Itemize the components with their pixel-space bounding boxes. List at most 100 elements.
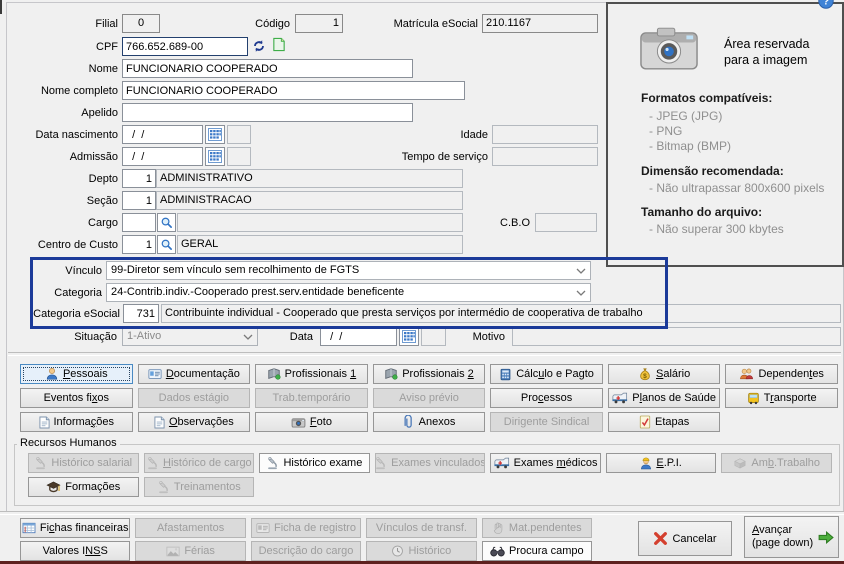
button-label: Informações xyxy=(53,416,115,428)
size-item: - Não superar 300 kbytes xyxy=(649,222,784,236)
button-label: Transporte xyxy=(763,392,817,404)
action-descricao-do-cargo-button: Descrição do cargo xyxy=(250,541,362,561)
admissao-input[interactable] xyxy=(122,147,203,166)
tab-transporte-button[interactable]: Transporte xyxy=(725,388,838,408)
nome-completo-input[interactable] xyxy=(122,81,465,100)
data-nascimento-extra-field xyxy=(227,125,251,144)
button-label: Procura campo xyxy=(509,545,584,557)
separator xyxy=(0,511,844,515)
filial-label: Filial xyxy=(95,18,118,30)
nome-label: Nome xyxy=(88,63,118,75)
data-input[interactable] xyxy=(320,327,397,346)
admissao-label: Admissão xyxy=(69,151,118,163)
microscope-icon xyxy=(157,480,170,494)
tab-processos-button[interactable]: Processos xyxy=(490,388,603,408)
tab-dirigente-sindical-button: Dirigente Sindical xyxy=(490,412,603,432)
tab-calculo-e-pagto-button[interactable]: Cálculo e Pagto xyxy=(490,364,603,384)
help-icon[interactable]: ? xyxy=(818,0,834,9)
button-label: Aviso prévio xyxy=(399,392,459,404)
microscope-icon xyxy=(376,456,387,470)
rh-exames-medicos-button[interactable]: Exames médicos xyxy=(490,453,601,473)
data-nascimento-calendar-button[interactable] xyxy=(205,125,225,144)
action-procura-campo-button[interactable]: Procura campo xyxy=(481,541,592,561)
cpf-label: CPF xyxy=(96,41,118,53)
svg-text:?: ? xyxy=(823,0,829,8)
button-label: Histórico xyxy=(408,545,452,557)
rh-historico-exame-button[interactable]: Histórico exame xyxy=(259,453,370,473)
tab-aviso-previo-button: Aviso prévio xyxy=(372,388,486,408)
button-label: Dependentes xyxy=(758,368,824,380)
data-calendar-button[interactable] xyxy=(399,327,419,346)
button-label: Avançar (page down) xyxy=(752,524,814,549)
rh-formacoes-button[interactable]: Formações xyxy=(28,477,139,497)
cargo-search-button[interactable] xyxy=(157,213,176,232)
cbo-field xyxy=(535,213,597,232)
apelido-input[interactable] xyxy=(122,103,413,122)
person-icon xyxy=(45,367,59,381)
green-arrow-icon xyxy=(817,530,834,545)
cpf-validate-icon[interactable] xyxy=(252,39,266,53)
gradcap-icon xyxy=(46,481,61,493)
motivo-label: Motivo xyxy=(472,331,505,343)
tab-informacoes-button[interactable]: Informações xyxy=(20,412,133,432)
action-valores-inss-button[interactable]: Valores INSS xyxy=(20,541,131,561)
tab-dependentes-button[interactable]: Dependentes xyxy=(725,364,838,384)
button-label: Mat.pendentes xyxy=(508,522,582,534)
tab-documentacao-button[interactable]: Documentação xyxy=(137,364,251,384)
vinculo-select[interactable]: 99-Diretor sem vínculo sem recolhimento … xyxy=(106,261,591,280)
new-document-icon[interactable] xyxy=(272,37,286,52)
tab-profissionais-1-button[interactable]: Profissionais 1 xyxy=(255,364,368,384)
tab-salario-button[interactable]: $ Salário xyxy=(607,364,721,384)
advance-button[interactable]: Avançar (page down) xyxy=(744,516,839,558)
situacao-value: 1-Ativo xyxy=(127,330,162,342)
data-nascimento-label: Data nascimento xyxy=(35,129,118,141)
button-label: Etapas xyxy=(655,416,690,428)
button-label: Processos xyxy=(520,392,573,404)
svg-text:$: $ xyxy=(643,373,647,380)
data-label: Data xyxy=(289,331,313,343)
cancel-button[interactable]: Cancelar xyxy=(638,521,732,556)
tab-foto-button[interactable]: Foto xyxy=(255,412,368,432)
button-label: Fichas financeiras xyxy=(39,522,129,534)
button-label: Profissionais 2 xyxy=(402,368,474,380)
rh-row-1: Histórico salarial Histórico de cargo Hist… xyxy=(28,453,832,473)
rh-e-p-i-button[interactable]: E.P.I. xyxy=(605,453,717,473)
card-icon xyxy=(148,367,162,381)
centro-custo-label: Centro de Custo xyxy=(37,239,118,251)
categoria-esocial-code-input[interactable] xyxy=(123,304,159,323)
data-extra-field xyxy=(421,327,446,346)
tab-observacoes-button[interactable]: Observações xyxy=(137,412,251,432)
depto-code-input[interactable] xyxy=(122,169,156,188)
photo-reserved-text: Área reservada para a imagem xyxy=(724,37,810,67)
cpf-input[interactable] xyxy=(122,37,248,56)
data-nascimento-input[interactable] xyxy=(122,125,203,144)
binoculars-icon xyxy=(490,546,505,557)
tab-pessoais-button[interactable]: Pessoais xyxy=(20,364,133,384)
microscope-icon xyxy=(146,456,159,470)
cargo-code-input[interactable] xyxy=(122,213,156,232)
admissao-calendar-button[interactable] xyxy=(205,147,225,166)
matricula-esocial-field: 210.1167 xyxy=(482,14,598,33)
categoria-select[interactable]: 24-Contrib.indiv.-Cooperado prest.serv.e… xyxy=(106,283,591,302)
button-label: Trab.temporário xyxy=(272,392,351,404)
employee-form-window: Filial 0 Código 1 Matrícula eSocial 210.… xyxy=(0,0,844,564)
secao-code-input[interactable] xyxy=(122,191,156,210)
separator xyxy=(8,352,841,356)
centro-custo-code-input[interactable] xyxy=(122,235,156,254)
tab-eventos-fixos-button[interactable]: Eventos fixos xyxy=(20,388,133,408)
image-icon xyxy=(166,546,180,557)
calendar-icon xyxy=(208,150,222,163)
button-label: Cancelar xyxy=(672,532,717,545)
tab-planos-de-saude-button[interactable]: Planos de Saúde xyxy=(607,388,721,408)
action-fichas-financeiras-button[interactable]: Fichas financeiras xyxy=(20,518,131,538)
dimension-item: - Não ultrapassar 800x600 pixels xyxy=(649,181,825,195)
tab-anexos-button[interactable]: Anexos xyxy=(372,412,486,432)
calendar-icon xyxy=(402,330,416,343)
centro-custo-search-button[interactable] xyxy=(157,235,176,254)
nome-input[interactable] xyxy=(122,59,413,78)
tab-etapas-button[interactable]: Etapas xyxy=(607,412,721,432)
magnifier-icon xyxy=(160,238,173,251)
tab-profissionais-2-button[interactable]: Profissionais 2 xyxy=(372,364,486,384)
button-label: Salário xyxy=(656,368,691,380)
doc-icon xyxy=(154,416,165,429)
